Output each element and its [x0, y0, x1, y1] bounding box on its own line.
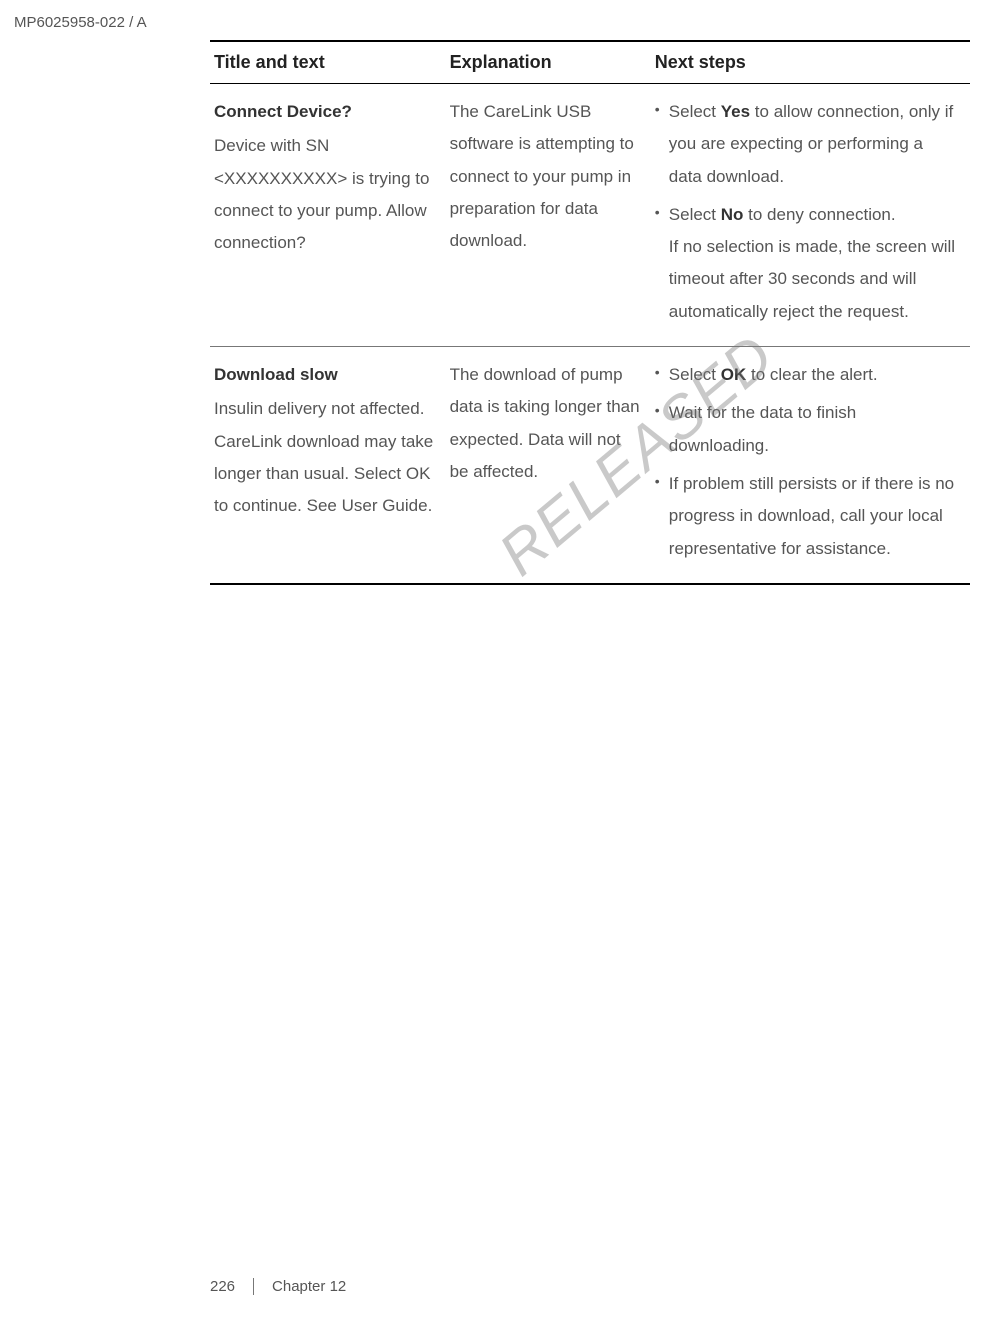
page-body: Title and text Explanation Next steps Co… [210, 40, 970, 585]
step-text: Wait for the data to finish downloading. [669, 403, 856, 454]
row-text: Insulin delivery not affected. CareLink … [214, 393, 436, 522]
table-row: Connect Device? Device with SN <XXXXXXXX… [210, 84, 970, 347]
row-title: Connect Device? [214, 96, 436, 128]
list-item: Wait for the data to finish downloading. [655, 397, 960, 462]
list-item: Select No to deny connection. If no sele… [655, 199, 960, 328]
row-title: Download slow [214, 359, 436, 391]
chapter-label: Chapter 12 [272, 1278, 346, 1295]
list-item: Select OK to clear the alert. [655, 359, 960, 391]
th-title: Title and text [210, 41, 446, 84]
list-item: Select Yes to allow connection, only if … [655, 96, 960, 193]
list-item: If problem still persists or if there is… [655, 468, 960, 565]
step-bold: Yes [721, 102, 750, 121]
steps-list: Select Yes to allow connection, only if … [655, 96, 960, 328]
step-pre: Select [669, 365, 721, 384]
step-bold: No [721, 205, 744, 224]
table-header-row: Title and text Explanation Next steps [210, 41, 970, 84]
step-text: If problem still persists or if there is… [669, 474, 954, 558]
page-number: 226 [210, 1278, 254, 1295]
th-explanation: Explanation [446, 41, 651, 84]
steps-list: Select OK to clear the alert. Wait for t… [655, 359, 960, 565]
step-pre: Select [669, 205, 721, 224]
cell-explanation: The CareLink USB software is attempting … [446, 84, 651, 347]
step-extra: If no selection is made, the screen will… [669, 231, 960, 328]
th-nextsteps: Next steps [651, 41, 970, 84]
step-post: to deny connection. [743, 205, 895, 224]
step-pre: Select [669, 102, 721, 121]
step-bold: OK [721, 365, 747, 384]
row-text: Device with SN <XXXXXXXXXX> is trying to… [214, 130, 436, 259]
cell-title: Connect Device? Device with SN <XXXXXXXX… [210, 84, 446, 347]
step-post: to clear the alert. [746, 365, 877, 384]
cell-steps: Select OK to clear the alert. Wait for t… [651, 347, 970, 584]
document-id: MP6025958-022 / A [14, 14, 147, 31]
cell-title: Download slow Insulin delivery not affec… [210, 347, 446, 584]
cell-explanation: The download of pump data is taking long… [446, 347, 651, 584]
page-footer: 226 Chapter 12 [210, 1278, 346, 1295]
alerts-table: Title and text Explanation Next steps Co… [210, 40, 970, 585]
cell-steps: Select Yes to allow connection, only if … [651, 84, 970, 347]
table-row: Download slow Insulin delivery not affec… [210, 347, 970, 584]
